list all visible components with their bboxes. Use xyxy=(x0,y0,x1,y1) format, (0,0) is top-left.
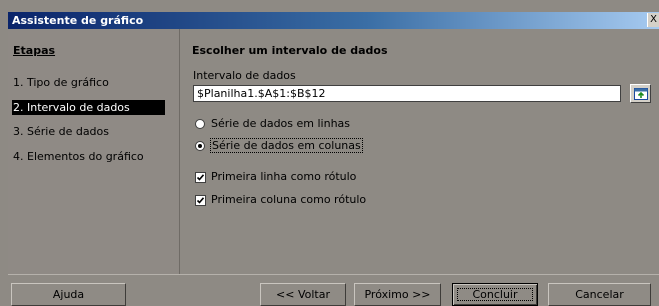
main-panel: Escolher um intervalo de dados Intervalo… xyxy=(181,29,659,274)
dialog-footer: Ajuda << Voltar Próximo >> Concluir Canc… xyxy=(8,274,659,306)
checkmark-icon xyxy=(196,174,205,181)
step-data-range[interactable]: 2. Intervalo de dados xyxy=(12,100,165,115)
next-button[interactable]: Próximo >> xyxy=(354,283,441,306)
finish-label: Concluir xyxy=(453,284,537,305)
cancel-button[interactable]: Cancelar xyxy=(548,283,651,306)
window-title: Assistente de gráfico xyxy=(12,14,144,27)
close-button[interactable]: X xyxy=(647,13,659,27)
first-row-label-checkbox[interactable] xyxy=(195,172,206,183)
series-in-rows-radio[interactable] xyxy=(195,119,205,129)
series-in-rows-label[interactable]: Série de dados em linhas xyxy=(211,117,350,130)
data-range-input[interactable]: $Planilha1.$A$1:$B$12 xyxy=(193,85,621,102)
chart-wizard-dialog: Assistente de gráfico X Etapas 1. Tipo d… xyxy=(0,0,659,306)
select-range-button[interactable] xyxy=(630,84,651,103)
range-label: Intervalo de dados xyxy=(193,69,296,82)
first-column-label-checkbox[interactable] xyxy=(195,195,206,206)
first-column-label-text[interactable]: Primeira coluna como rótulo xyxy=(211,193,366,206)
first-row-label-text[interactable]: Primeira linha como rótulo xyxy=(211,170,356,183)
help-button[interactable]: Ajuda xyxy=(11,283,126,306)
window-titlebar: Assistente de gráfico X xyxy=(8,12,659,29)
sidebar-title: Etapas xyxy=(13,44,56,57)
step-data-series[interactable]: 3. Série de dados xyxy=(12,124,109,139)
series-in-columns-radio[interactable] xyxy=(195,141,205,151)
series-in-columns-label[interactable]: Série de dados em colunas xyxy=(210,138,363,153)
back-button[interactable]: << Voltar xyxy=(260,283,346,306)
checkmark-icon xyxy=(196,197,205,204)
finish-button[interactable]: Concluir xyxy=(452,283,538,306)
page-title: Escolher um intervalo de dados xyxy=(192,44,388,57)
select-range-icon xyxy=(634,88,648,100)
step-chart-elements[interactable]: 4. Elementos do gráfico xyxy=(12,149,144,164)
steps-sidebar: Etapas 1. Tipo de gráfico 2. Intervalo d… xyxy=(8,29,180,274)
step-chart-type[interactable]: 1. Tipo de gráfico xyxy=(12,75,109,90)
